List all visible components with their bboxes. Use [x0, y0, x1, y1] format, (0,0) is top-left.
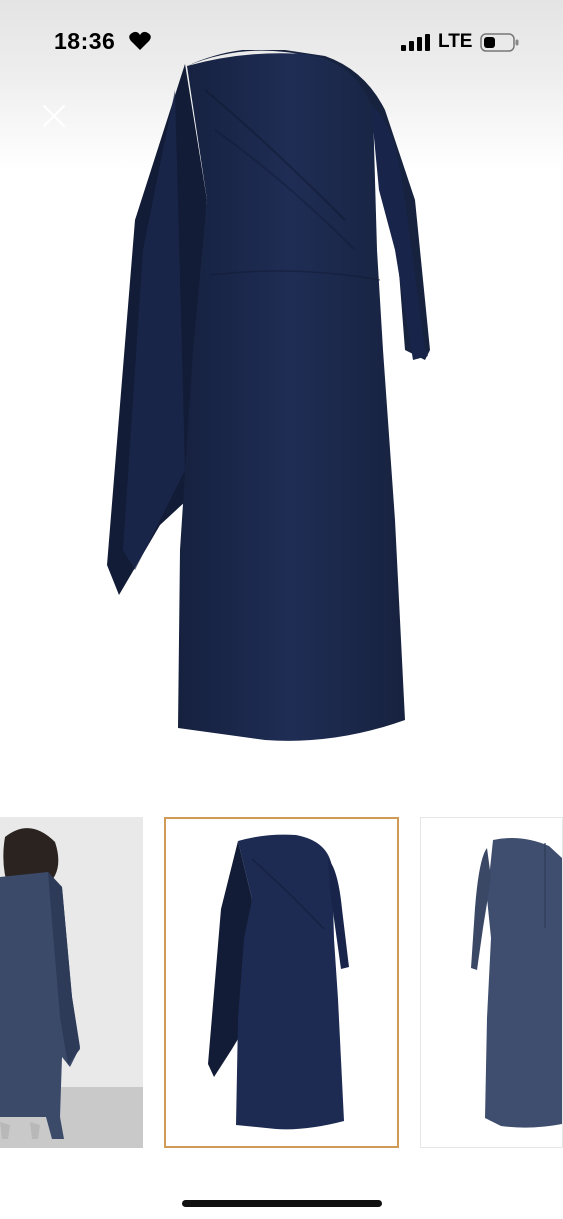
main-product-image[interactable]	[95, 50, 440, 750]
battery-icon	[480, 33, 520, 52]
thumbnail-dress-back-view[interactable]	[420, 817, 563, 1148]
network-type: LTE	[438, 31, 473, 52]
thumbnail-dress-front-view[interactable]	[164, 817, 399, 1148]
signal-bars-icon	[401, 34, 431, 51]
close-icon[interactable]	[40, 102, 68, 130]
thumbnail-model-back-view[interactable]	[0, 817, 143, 1148]
home-indicator[interactable]	[182, 1200, 382, 1207]
status-bar: 18:36 LTE	[0, 0, 563, 84]
status-time: 18:36	[54, 28, 116, 54]
heart-icon	[129, 31, 151, 51]
